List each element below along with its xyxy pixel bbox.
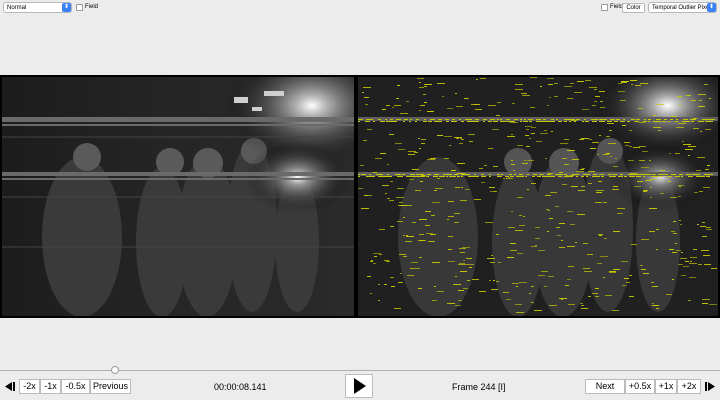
skip-to-start-icon bbox=[5, 382, 15, 391]
video-display bbox=[0, 75, 720, 318]
right-filter-value: Temporal Outlier Pixels bbox=[652, 5, 714, 11]
left-frame-image bbox=[2, 77, 354, 316]
right-field-checkbox[interactable] bbox=[601, 4, 608, 11]
left-view-mode-value: Normal bbox=[7, 5, 27, 11]
speed-minus-2x-button[interactable]: -2x bbox=[19, 379, 40, 394]
left-field-checkbox[interactable] bbox=[76, 4, 83, 11]
skip-to-end-button[interactable] bbox=[703, 380, 718, 393]
speed-minus-half-button[interactable]: -0.5x bbox=[61, 379, 90, 394]
timeline-track[interactable] bbox=[0, 370, 720, 371]
play-icon bbox=[354, 378, 366, 394]
next-frame-button[interactable]: Next bbox=[585, 379, 625, 394]
dropdown-arrow-icon: ⬍ bbox=[707, 3, 716, 12]
left-field-label: Field bbox=[85, 4, 99, 10]
speed-plus-2x-button[interactable]: +2x bbox=[677, 379, 701, 394]
right-video-frame bbox=[358, 77, 718, 316]
previous-frame-button[interactable]: Previous bbox=[90, 379, 131, 394]
dropdown-arrow-icon: ⬍ bbox=[62, 3, 71, 12]
color-button[interactable]: Color bbox=[622, 3, 645, 13]
frame-indicator: Frame 244 [I] bbox=[452, 382, 506, 392]
skip-to-start-button[interactable] bbox=[2, 380, 17, 393]
speed-minus-1x-button[interactable]: -1x bbox=[40, 379, 61, 394]
skip-to-end-icon bbox=[705, 382, 715, 391]
right-frame-image bbox=[358, 77, 718, 316]
timecode-display: 00:00:08.141 bbox=[214, 382, 267, 392]
speed-plus-1x-button[interactable]: +1x bbox=[655, 379, 677, 394]
play-button[interactable] bbox=[345, 374, 373, 398]
speed-plus-half-button[interactable]: +0.5x bbox=[625, 379, 655, 394]
left-video-frame bbox=[2, 77, 354, 316]
timeline-scrubber-handle[interactable] bbox=[111, 366, 119, 374]
left-view-mode-select[interactable]: Normal ⬍ bbox=[3, 2, 72, 13]
right-filter-select[interactable]: Temporal Outlier Pixels ⬍ bbox=[648, 2, 717, 13]
